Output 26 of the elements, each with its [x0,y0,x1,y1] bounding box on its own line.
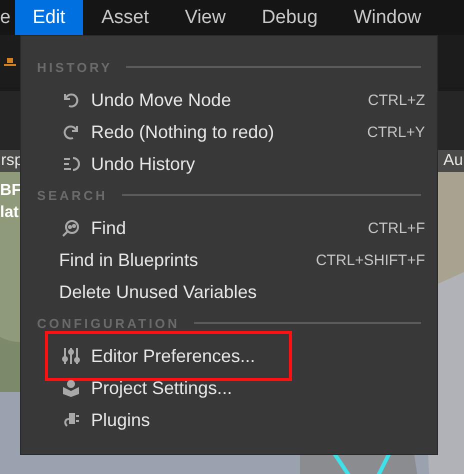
shortcut-text: CTRL+F [368,220,425,236]
shortcut-text: CTRL+Z [368,92,425,108]
viewport-label: BF [0,181,22,201]
history-icon [61,154,81,174]
menu-tab[interactable]: Asset [83,0,167,35]
menu-tab[interactable]: Window [336,0,440,35]
menu-item[interactable]: Find [91,218,126,238]
search-icon [61,218,81,238]
viewport-label: lat [0,203,20,223]
menu-item[interactable]: Undo History [91,154,196,174]
menu-item[interactable]: Editor Preferences... [91,346,256,366]
menu-tab[interactable]: e [0,0,15,35]
toolbar-icon[interactable] [4,56,16,66]
shortcut-text: CTRL+Y [367,124,425,140]
menu-item[interactable]: Redo (Nothing to redo) [91,122,274,142]
menu-tab[interactable]: Debug [244,0,336,35]
menu-item[interactable]: Project Settings... [91,378,232,398]
shortcut-text: CTRL+SHIFT+F [316,252,425,268]
menu-tab[interactable]: View [166,0,244,35]
menu-item[interactable]: Delete Unused Variables [59,282,257,302]
menu-item[interactable]: Plugins [91,410,150,430]
sliders-icon [61,346,81,366]
viewport-tab[interactable]: Au [443,152,463,170]
menu-tab[interactable]: Edit [14,0,84,35]
menu-item[interactable]: Find in Blueprints [59,250,198,270]
menu-item[interactable]: Undo Move Node [91,90,232,110]
